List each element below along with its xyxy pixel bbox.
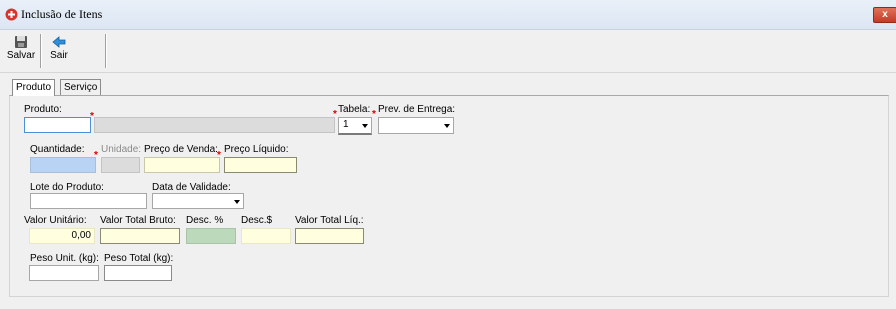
close-button[interactable]: x (873, 7, 896, 23)
valor-total-liq-label: Valor Total Líq.: (295, 215, 364, 226)
valor-total-bruto-label: Valor Total Bruto: (100, 215, 176, 226)
tab-label: Produto (16, 82, 52, 93)
preco-liquido-field (224, 157, 297, 173)
lote-label: Lote do Produto: (30, 182, 104, 193)
desc-pct-label: Desc. % (186, 215, 224, 226)
tab-label: Serviço (64, 82, 98, 93)
toolbar: Salvar Sair (0, 30, 896, 73)
tabela-select[interactable]: 1 (338, 117, 372, 135)
prev-entrega-date-picker[interactable] (378, 117, 454, 134)
floppy-disk-icon (15, 36, 27, 48)
window: Inclusão de Itens x Salvar Sair Produto (0, 0, 896, 309)
exit-button[interactable]: Sair (47, 34, 71, 61)
toolbar-separator (105, 34, 107, 68)
produto-description-field (94, 117, 335, 133)
title-bar: Inclusão de Itens x (0, 0, 896, 30)
produto-input[interactable] (24, 117, 91, 133)
tab-produto[interactable]: Produto (12, 79, 56, 96)
prev-entrega-label: Prev. de Entrega: (378, 104, 456, 115)
desc-val-input[interactable] (241, 228, 291, 244)
valor-unitario-value: 0,00 (71, 230, 91, 241)
peso-total-field (104, 265, 172, 281)
desc-val-label: Desc.$ (241, 215, 273, 226)
peso-unit-input[interactable] (29, 265, 99, 281)
arrow-left-icon (52, 36, 66, 48)
required-marker: * (333, 109, 337, 120)
valor-total-bruto-field (100, 228, 180, 244)
valor-unitario-field: 0,00 (29, 228, 95, 244)
preco-venda-field (144, 157, 220, 173)
validade-label: Data de Validade: (152, 182, 231, 193)
lote-input[interactable] (30, 193, 147, 209)
preco-liquido-label: Preço Líquido: (224, 144, 289, 155)
chevron-down-icon (444, 124, 450, 128)
save-label: Salvar (6, 50, 36, 61)
peso-total-label: Peso Total (kg): (104, 253, 174, 264)
valor-unitario-label: Valor Unitário: (24, 215, 87, 226)
chevron-down-icon (234, 200, 240, 204)
close-icon: x (882, 9, 888, 20)
tabela-label: Tabela: (338, 104, 371, 115)
valor-total-liq-field (295, 228, 364, 244)
tabela-value: 1 (343, 119, 349, 130)
toolbar-separator (40, 34, 42, 68)
save-button[interactable]: Salvar (6, 34, 36, 61)
unidade-field (101, 157, 140, 173)
quantidade-input[interactable] (30, 157, 96, 173)
produto-label: Produto: (24, 104, 62, 115)
preco-venda-label: Preço de Venda: (144, 144, 218, 155)
exit-label: Sair (50, 50, 68, 61)
required-marker: * (372, 109, 376, 120)
chevron-down-icon (362, 124, 368, 128)
peso-unit-label: Peso Unit. (kg): (30, 253, 99, 264)
desc-pct-input[interactable] (186, 228, 236, 244)
tab-servico[interactable]: Serviço (60, 79, 102, 95)
app-logo-icon (5, 8, 18, 21)
window-title: Inclusão de Itens (21, 7, 103, 21)
quantidade-label: Quantidade: (30, 144, 85, 155)
unidade-label: Unidade: (101, 144, 142, 155)
validade-date-picker[interactable] (152, 193, 244, 209)
